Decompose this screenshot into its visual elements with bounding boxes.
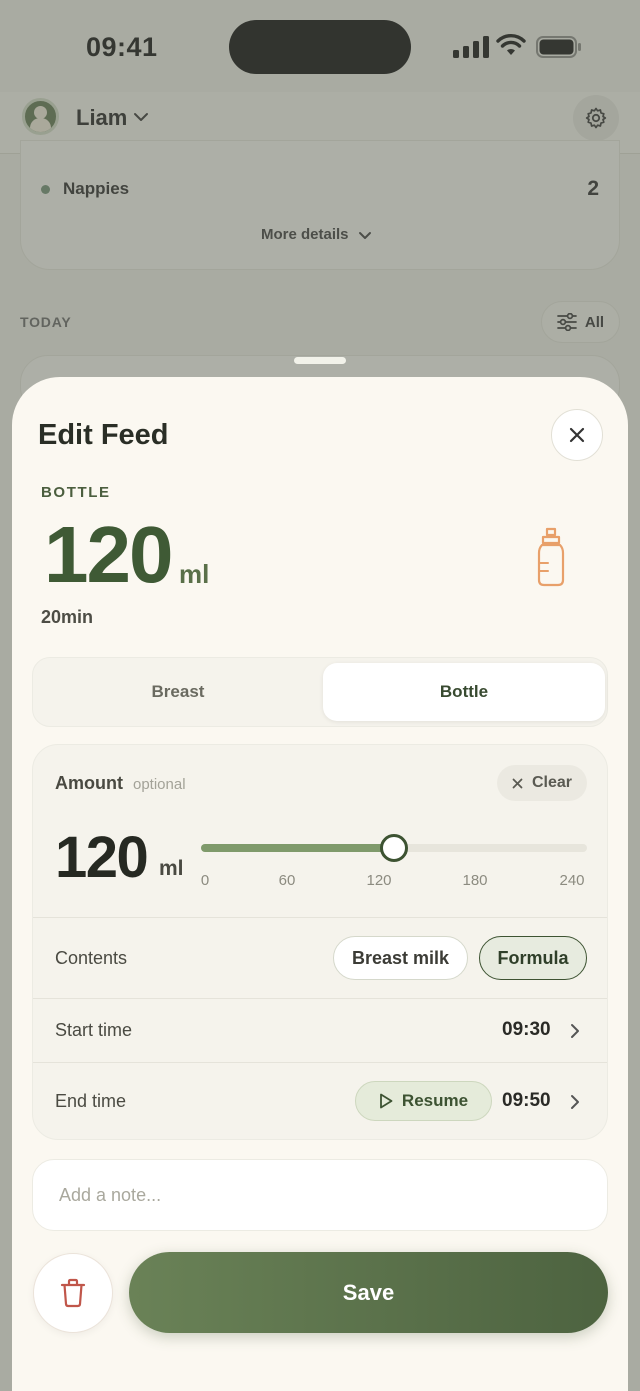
slider-tick-label: 60 <box>278 872 296 889</box>
contents-label: Contents <box>55 948 128 968</box>
contents-option-breast-milk[interactable]: Breast milk <box>333 936 468 980</box>
sheet-grabber[interactable] <box>294 357 346 364</box>
resume-button[interactable]: Resume <box>355 1081 492 1121</box>
slider-tick-label: 0 <box>200 872 210 889</box>
close-icon <box>569 427 585 443</box>
clear-amount-button[interactable]: Clear <box>497 765 587 801</box>
divider <box>33 917 607 918</box>
optional-label: optional <box>133 776 186 793</box>
feed-details-card: Amount optional Clear 120 ml 0 60 120 18… <box>32 744 608 1140</box>
edit-feed-sheet: Edit Feed BOTTLE 120 ml 20min Breast Bot… <box>12 377 628 1391</box>
start-time-value: 09:30 <box>502 1019 551 1040</box>
slider-thumb[interactable] <box>380 834 408 862</box>
amount-label: Amount <box>55 773 123 793</box>
sheet-title: Edit Feed <box>38 419 169 451</box>
feed-type-segmented-control: Breast Bottle <box>32 657 608 727</box>
segment-breast[interactable]: Breast <box>37 663 319 721</box>
baby-bottle-icon <box>537 527 565 587</box>
end-time-label: End time <box>55 1091 127 1111</box>
close-icon <box>512 778 523 788</box>
feed-type-label: BOTTLE <box>41 484 111 501</box>
feed-duration: 20min <box>41 607 94 627</box>
delete-button[interactable] <box>33 1253 113 1333</box>
slider-tick-labels: 0 60 120 180 240 <box>201 872 587 892</box>
chevron-right-icon <box>571 1024 579 1038</box>
close-button[interactable] <box>551 409 603 461</box>
play-icon <box>380 1093 393 1109</box>
divider <box>33 998 607 999</box>
feed-amount-value: 120 <box>44 510 173 599</box>
amount-slider[interactable] <box>201 833 587 863</box>
amount-unit: ml <box>159 857 184 880</box>
trash-icon <box>60 1278 86 1308</box>
divider <box>33 1062 607 1063</box>
contents-option-formula[interactable]: Formula <box>479 936 587 980</box>
segment-bottle[interactable]: Bottle <box>323 663 605 721</box>
slider-tick-label: 120 <box>366 872 392 889</box>
resume-label: Resume <box>401 1091 469 1110</box>
end-time-value: 09:50 <box>502 1090 551 1111</box>
start-time-label: Start time <box>55 1020 133 1040</box>
slider-fill <box>201 844 394 852</box>
save-button[interactable]: Save <box>129 1252 608 1333</box>
slider-tick-label: 240 <box>559 872 585 889</box>
slider-tick-label: 180 <box>462 872 488 889</box>
amount-value: 120 <box>55 825 149 890</box>
chevron-right-icon <box>571 1095 579 1109</box>
feed-amount-unit: ml <box>179 559 210 589</box>
note-input[interactable] <box>32 1159 608 1231</box>
clear-label: Clear <box>531 774 573 791</box>
